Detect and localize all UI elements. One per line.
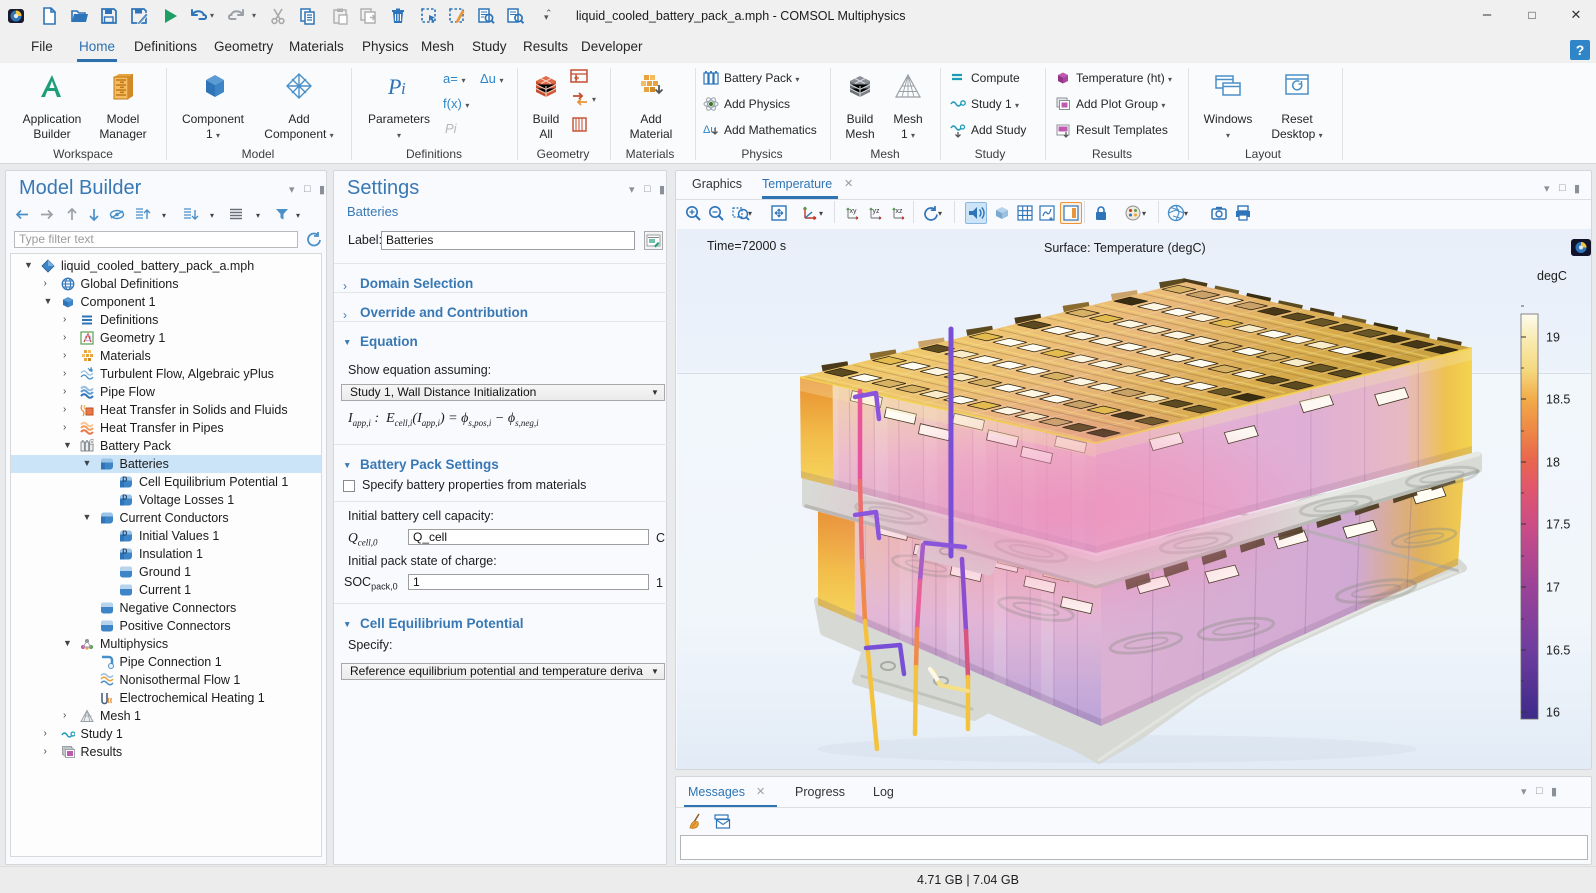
svg-text:17.5: 17.5 [1546, 518, 1570, 532]
svg-text:16.5: 16.5 [1546, 644, 1570, 658]
svg-text:17: 17 [1546, 581, 1560, 595]
svg-text:D: D [122, 477, 127, 484]
svg-text:xz: xz [896, 208, 904, 215]
svg-text:D: D [122, 531, 127, 538]
svg-text:D: D [122, 549, 127, 556]
svg-text:i: i [401, 79, 406, 98]
svg-text:D: D [122, 495, 127, 502]
svg-text:P: P [387, 74, 401, 99]
svg-text:18: 18 [1546, 456, 1560, 470]
svg-text:xy: xy [850, 208, 858, 215]
svg-text:16: 16 [1546, 706, 1560, 720]
svg-text:yz: yz [873, 208, 881, 215]
svg-text:18.5: 18.5 [1546, 393, 1570, 407]
svg-text:19: 19 [1546, 331, 1560, 345]
